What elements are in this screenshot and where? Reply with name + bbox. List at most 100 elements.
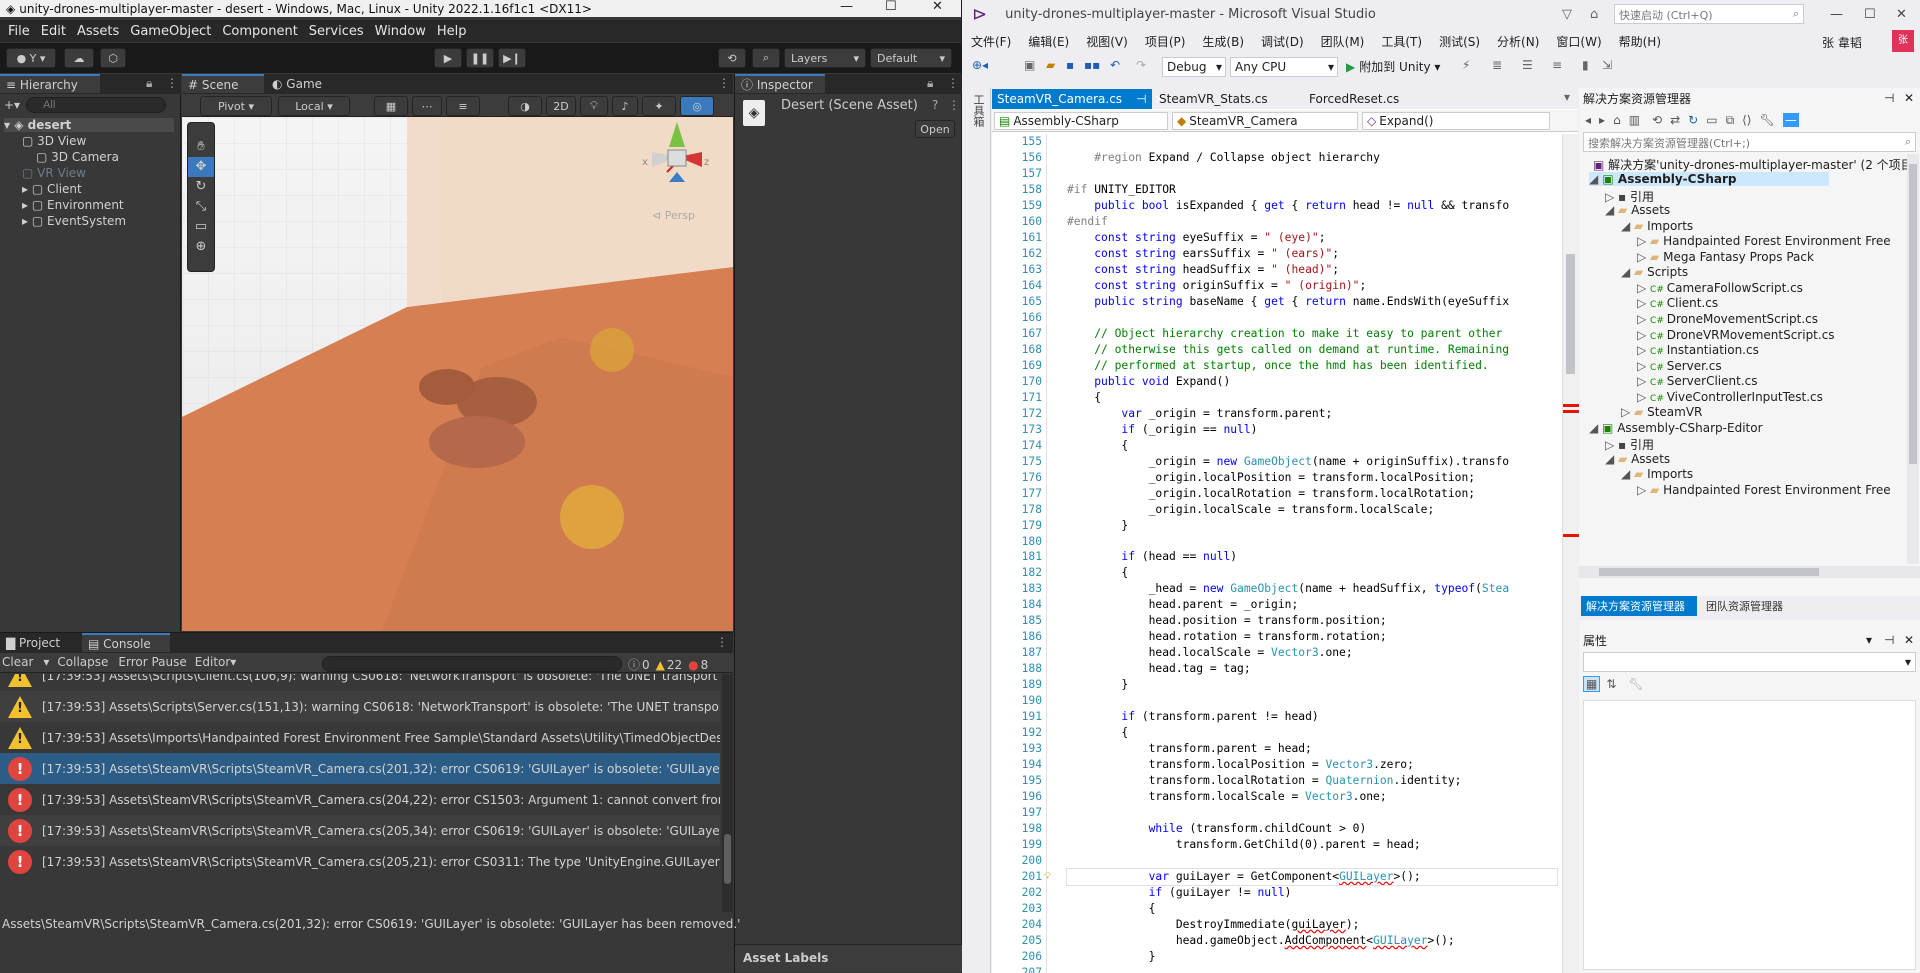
back-icon[interactable]: ◂ bbox=[1585, 113, 1591, 127]
chevron-down-icon[interactable]: ▾ bbox=[43, 655, 49, 669]
chevron-down-icon[interactable]: ▷ bbox=[1621, 405, 1634, 419]
console-search-input[interactable] bbox=[322, 656, 622, 672]
code-line[interactable]: DestroyImmediate(guiLayer); bbox=[1067, 917, 1360, 933]
solution-tree-item[interactable]: ▷ C# ViveControllerInputTest.cs bbox=[1637, 390, 1823, 404]
code-line[interactable]: { bbox=[1067, 565, 1128, 581]
audio-toggle[interactable]: ♪ bbox=[612, 96, 638, 116]
home-icon[interactable]: ⌂ bbox=[1613, 113, 1621, 127]
clear-button[interactable]: Clear bbox=[2, 655, 33, 669]
code-line[interactable]: public bool isExpanded { get { return he… bbox=[1067, 198, 1509, 214]
2d-toggle[interactable]: 2D bbox=[546, 96, 576, 116]
play-button[interactable]: ▶ bbox=[434, 48, 462, 68]
expand-icon[interactable]: ▷ bbox=[1637, 296, 1650, 310]
solution-scrollbar[interactable] bbox=[1907, 154, 1919, 564]
local-dropdown[interactable]: Local ▾ bbox=[278, 96, 350, 116]
solution-tree-item[interactable]: ◢ ▰ Scripts bbox=[1621, 265, 1688, 279]
chevron-down-icon[interactable]: ▷ bbox=[1637, 483, 1650, 497]
history-button[interactable]: ⟲ bbox=[718, 48, 746, 68]
code-line[interactable]: #region Expand / Collapse object hierarc… bbox=[1067, 150, 1380, 166]
preview-icon[interactable]: — bbox=[1782, 113, 1799, 127]
code-line[interactable]: _origin.localPosition = transform.localP… bbox=[1067, 470, 1475, 486]
more-icon[interactable]: ⋮ bbox=[718, 76, 730, 90]
pin-icon[interactable]: ⊣ bbox=[1884, 633, 1894, 647]
layout-dropdown[interactable]: Default ▾ bbox=[870, 48, 952, 68]
solution-tree-item[interactable]: ▷ C# Client.cs bbox=[1637, 296, 1718, 310]
warning-count-icon[interactable]: ▲ bbox=[656, 658, 665, 672]
expand-icon[interactable]: ▷ bbox=[1637, 374, 1650, 388]
snap-increment-button[interactable]: ⋯ bbox=[412, 96, 442, 116]
collapse-all-icon[interactable]: ▭ bbox=[1706, 113, 1717, 127]
sync-icon[interactable]: ⇄ bbox=[1670, 113, 1680, 127]
code-line[interactable]: _origin.localRotation = transform.localR… bbox=[1067, 486, 1475, 502]
code-line[interactable]: var _origin = transform.parent; bbox=[1067, 406, 1332, 422]
solution-tree-item[interactable]: ▷ C# ServerClient.cs bbox=[1637, 374, 1758, 388]
close-button[interactable]: ✕ bbox=[1896, 7, 1907, 22]
maximize-button[interactable]: ☐ bbox=[885, 0, 897, 14]
solution-root[interactable]: ▣ 解决方案'unity-drones-multiplayer-master' … bbox=[1593, 156, 1913, 173]
solution-tree-item[interactable]: ◢ ▰ Assets bbox=[1605, 203, 1670, 217]
chevron-down-icon[interactable]: ◢ bbox=[1621, 219, 1634, 233]
console-entry[interactable]: ! [17:39:53] Assets\SteamVR\Scripts\Steam… bbox=[0, 784, 720, 815]
console-entry[interactable]: ! [17:39:53] Assets\SteamVR\Scripts\Steam… bbox=[0, 753, 720, 784]
tab-solution-explorer[interactable]: 解决方案资源管理器 bbox=[1581, 596, 1697, 616]
expand-icon[interactable]: ▷ bbox=[1637, 328, 1650, 342]
chevron-down-icon[interactable]: ▷ bbox=[1637, 234, 1650, 248]
code-line[interactable]: while (transform.childCount > 0) bbox=[1067, 821, 1367, 837]
categorized-icon[interactable]: ▦ bbox=[1583, 676, 1601, 692]
minimize-button[interactable]: — bbox=[840, 0, 853, 14]
search-button[interactable]: ⌕ bbox=[752, 48, 780, 68]
save-all-icon[interactable]: ▪▪ bbox=[1084, 58, 1100, 72]
tab-project[interactable]: ▇ Project bbox=[0, 633, 80, 652]
grid-snap-button[interactable]: ▦ bbox=[374, 96, 408, 116]
expand-icon[interactable]: ▷ bbox=[1637, 343, 1650, 357]
tab-hierarchy[interactable]: ≡ Hierarchy bbox=[0, 74, 100, 93]
asset-labels-section[interactable]: Asset Labels bbox=[735, 944, 962, 972]
code-line[interactable]: } bbox=[1067, 949, 1156, 965]
menu-item[interactable]: GameObject bbox=[130, 24, 211, 39]
solution-tree-item[interactable]: ◢ ▣ Assembly-CSharp-Editor bbox=[1589, 421, 1763, 435]
chevron-down-icon[interactable]: ▾ bbox=[1564, 90, 1570, 104]
history-icon[interactable]: ⟲ bbox=[1652, 113, 1662, 127]
code-line[interactable]: _origin.localScale = transform.localScal… bbox=[1067, 502, 1435, 518]
toolbar-icon[interactable]: ⚡ bbox=[1462, 58, 1470, 72]
show-all-icon[interactable]: ⧉ bbox=[1726, 113, 1735, 128]
code-line[interactable]: transform.localPosition = Vector3.zero; bbox=[1067, 757, 1414, 773]
expand-icon[interactable]: ▷ bbox=[1637, 390, 1650, 404]
minimize-button[interactable]: — bbox=[1830, 7, 1843, 22]
code-line[interactable]: head.rotation = transform.rotation; bbox=[1067, 629, 1387, 645]
menu-item[interactable]: 项目(P) bbox=[1145, 33, 1186, 50]
expand-icon[interactable]: ▷ bbox=[1605, 438, 1618, 452]
menu-item[interactable]: 团队(M) bbox=[1321, 33, 1365, 50]
solution-tree-item[interactable]: ▷ C# CameraFollowScript.cs bbox=[1637, 281, 1803, 295]
code-line[interactable]: { bbox=[1067, 390, 1101, 406]
code-line[interactable]: transform.localScale = Vector3.one; bbox=[1067, 789, 1387, 805]
code-line[interactable]: _head = new GameObject(name + headSuffix… bbox=[1067, 581, 1510, 597]
editor-scrollbar[interactable] bbox=[1562, 134, 1579, 973]
hand-tool-icon[interactable]: ✋︎ bbox=[188, 137, 214, 157]
more-icon[interactable]: ⋮ bbox=[947, 76, 959, 90]
menu-item[interactable]: Help bbox=[437, 24, 467, 39]
layers-dropdown[interactable]: Layers ▾ bbox=[784, 48, 866, 68]
visibility-toggle[interactable]: ◎ bbox=[680, 96, 714, 116]
hierarchy-item[interactable]: ▢ VR View bbox=[22, 166, 86, 180]
scene-viewport[interactable]: x z ⊲ Persp ✋︎ ✥ ↻ ⤡ ▭ ⊕ bbox=[182, 117, 733, 631]
code-line[interactable]: head.parent = _origin; bbox=[1067, 597, 1299, 613]
code-line[interactable]: if (head == null) bbox=[1067, 549, 1237, 565]
code-line[interactable]: var guiLayer = GetComponent<GUILayer>(); bbox=[1066, 868, 1558, 887]
close-icon[interactable]: ✕ bbox=[1904, 91, 1914, 105]
add-button[interactable]: +▾ bbox=[4, 98, 20, 112]
property-pages-icon[interactable]: 🔧︎ bbox=[1628, 677, 1643, 691]
chevron-down-icon[interactable]: ◢ bbox=[1589, 172, 1602, 186]
hierarchy-item[interactable]: ▸ ▢ Client bbox=[22, 182, 82, 196]
move-tool-icon[interactable]: ✥ bbox=[188, 157, 214, 177]
code-line[interactable]: head.position = transform.position; bbox=[1067, 613, 1387, 629]
effects-toggle[interactable]: ✦ bbox=[642, 96, 676, 116]
menu-item[interactable]: Window bbox=[375, 24, 426, 39]
account-button[interactable]: ● Y ▾ bbox=[6, 48, 56, 68]
menu-item[interactable]: Services bbox=[309, 24, 364, 39]
lock-icon[interactable]: 🔒︎ bbox=[146, 76, 152, 91]
help-icon[interactable]: ? bbox=[932, 98, 938, 112]
info-count-icon[interactable]: ⓘ bbox=[628, 656, 640, 673]
lighting-toggle[interactable]: 💡︎ bbox=[580, 96, 608, 116]
code-line[interactable]: if (transform.parent != head) bbox=[1067, 709, 1318, 725]
